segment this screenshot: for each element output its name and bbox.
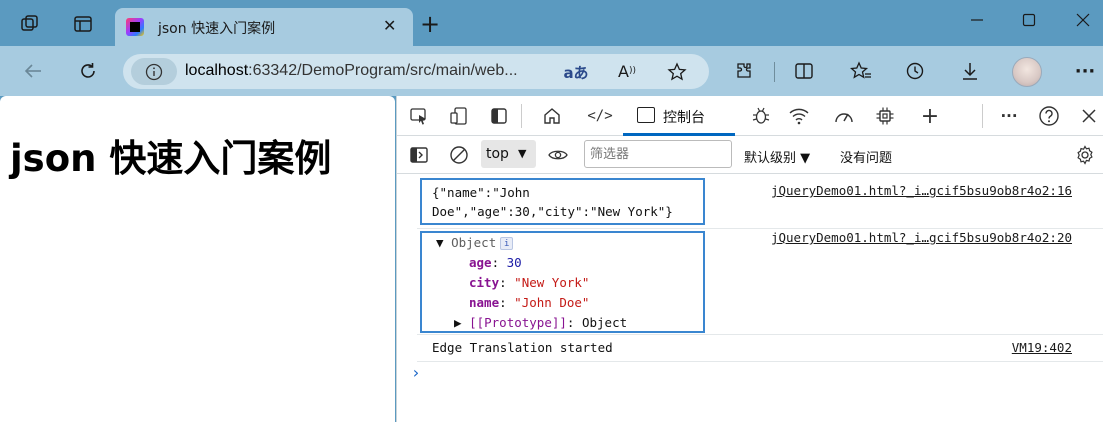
show-console-sidebar-icon[interactable] xyxy=(407,143,431,167)
history-icon[interactable] xyxy=(902,58,928,84)
filter-input[interactable] xyxy=(590,142,730,166)
devtools-panel: </> 控制台 + ··· top ▼ 筛选器 默认级别 ▼ 没有问题 {"na… xyxy=(396,96,1103,422)
web-page-content: json 快速入门案例 xyxy=(0,96,395,422)
refresh-icon[interactable] xyxy=(75,58,101,84)
json-string-line-2: Doe","age":30,"city":"New York"} xyxy=(432,204,673,219)
devtools-divider xyxy=(982,104,983,128)
row-divider xyxy=(417,334,1103,335)
welcome-home-icon[interactable] xyxy=(540,104,564,128)
source-link[interactable]: jQueryDemo01.html?_i…gcif5bsu9ob8r4o2:20 xyxy=(771,230,1072,245)
json-string-line-1: {"name":"John xyxy=(432,185,530,200)
dock-sidebar-icon[interactable] xyxy=(487,104,511,128)
info-badge-icon[interactable]: i xyxy=(500,237,514,250)
console-toolbar: top ▼ 默认级别 ▼ 没有问题 xyxy=(397,136,1103,174)
more-tools-plus-icon[interactable]: + xyxy=(918,104,942,129)
device-emulation-icon[interactable] xyxy=(447,104,471,128)
log-levels-dropdown[interactable]: 默认级别 ▼ xyxy=(744,147,810,166)
navigation-bar: localhost:63342/DemoProgram/src/main/web… xyxy=(0,46,1103,96)
intellij-favicon-icon xyxy=(126,18,144,36)
favorite-star-icon[interactable] xyxy=(664,59,690,85)
row-divider xyxy=(417,361,1103,362)
console-messages: {"name":"John Doe","age":30,"city":"New … xyxy=(397,174,1103,422)
split-screen-icon[interactable] xyxy=(791,58,817,84)
translate-icon[interactable]: aあ xyxy=(563,59,589,85)
context-selector[interactable]: top ▼ xyxy=(481,140,536,168)
inspect-element-icon[interactable] xyxy=(407,104,431,128)
source-link[interactable]: VM19:402 xyxy=(1012,340,1072,355)
new-tab-button[interactable]: + xyxy=(420,12,440,36)
close-devtools-icon[interactable] xyxy=(1077,104,1101,128)
read-aloud-icon[interactable]: A)) xyxy=(614,58,640,84)
context-value: top xyxy=(486,146,509,162)
site-info-icon[interactable] xyxy=(131,58,177,85)
downloads-icon[interactable] xyxy=(957,58,983,84)
tab-title: json 快速入门案例 xyxy=(158,21,276,37)
console-icon xyxy=(637,107,655,123)
network-wifi-icon[interactable] xyxy=(787,104,811,128)
live-expression-eye-icon[interactable] xyxy=(546,143,570,167)
browser-tab-active[interactable]: json 快速入门案例 ✕ xyxy=(115,8,413,46)
devtools-more-icon[interactable]: ··· xyxy=(997,104,1021,128)
page-heading: json 快速入门案例 xyxy=(10,137,332,180)
sources-bug-icon[interactable] xyxy=(749,104,773,128)
toolbar-divider xyxy=(774,62,775,82)
expand-triangle-icon[interactable]: ▼ xyxy=(436,235,451,250)
tab-console-label: 控制台 xyxy=(663,110,705,126)
row-divider xyxy=(417,228,1103,229)
object-prop-name: name: "John Doe" xyxy=(469,295,590,310)
object-prop-age: age: 30 xyxy=(469,255,522,270)
minimize-icon[interactable] xyxy=(962,8,992,32)
collapsed-triangle-icon[interactable]: ▶ xyxy=(454,315,469,330)
close-window-icon[interactable] xyxy=(1068,8,1098,32)
console-message-json-string[interactable]: {"name":"John Doe","age":30,"city":"New … xyxy=(420,178,705,225)
console-settings-gear-icon[interactable] xyxy=(1073,143,1097,167)
help-icon[interactable] xyxy=(1037,104,1061,128)
devtools-tab-bar: </> 控制台 + ··· xyxy=(397,96,1103,136)
clear-console-icon[interactable] xyxy=(447,143,471,167)
devtools-divider xyxy=(521,104,522,128)
tab-console[interactable]: 控制台 xyxy=(623,96,735,136)
title-bar: json 快速入门案例 ✕ + xyxy=(0,0,1103,46)
performance-gauge-icon[interactable] xyxy=(832,104,856,128)
back-icon[interactable] xyxy=(20,58,46,84)
filter-field[interactable] xyxy=(584,140,732,168)
chevron-down-icon: ▼ xyxy=(518,147,527,160)
extensions-icon[interactable] xyxy=(731,58,757,84)
issues-counter[interactable]: 没有问题 xyxy=(840,147,892,166)
tab-close-icon[interactable]: ✕ xyxy=(383,16,396,35)
tab-actions-icon[interactable] xyxy=(69,10,97,38)
source-link[interactable]: jQueryDemo01.html?_i…gcif5bsu9ob8r4o2:16 xyxy=(771,183,1072,198)
address-bar[interactable]: localhost:63342/DemoProgram/src/main/web… xyxy=(123,54,709,89)
workspaces-icon[interactable] xyxy=(16,10,44,38)
favorites-icon[interactable] xyxy=(848,58,874,84)
profile-avatar[interactable] xyxy=(1012,57,1042,87)
object-prop-city: city: "New York" xyxy=(469,275,590,290)
elements-code-icon[interactable]: </> xyxy=(587,104,612,128)
console-message-translation: Edge Translation started xyxy=(432,340,613,355)
memory-chip-icon[interactable] xyxy=(873,104,897,128)
url-text[interactable]: localhost:63342/DemoProgram/src/main/web… xyxy=(185,62,518,80)
object-summary[interactable]: ▼ Object i xyxy=(436,235,514,250)
object-prototype[interactable]: ▶ [[Prototype]]: Object xyxy=(454,315,627,330)
more-icon[interactable]: ··· xyxy=(1072,58,1098,84)
console-message-object[interactable]: ▼ Object i age: 30 city: "New York" name:… xyxy=(420,231,705,333)
console-prompt-chevron-icon[interactable]: › xyxy=(411,363,421,382)
maximize-icon[interactable] xyxy=(1014,8,1044,32)
